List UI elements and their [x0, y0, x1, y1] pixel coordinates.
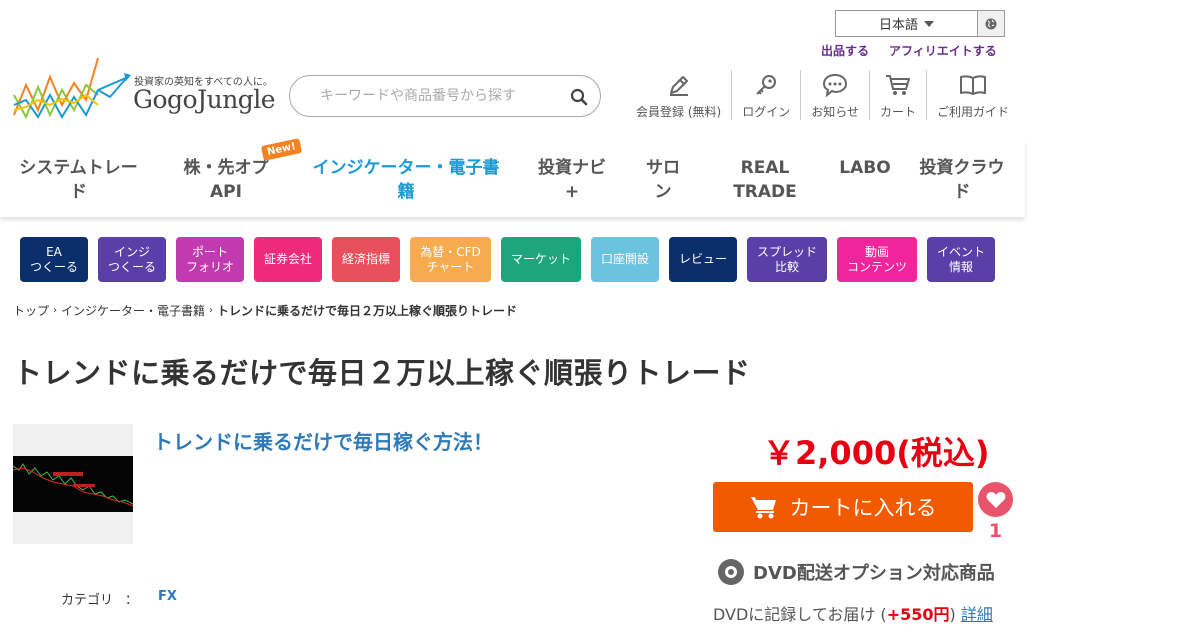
category-line: カテゴリ ： FX — [61, 589, 177, 608]
dvd-detail-link[interactable]: 詳細 — [961, 605, 993, 624]
sell-link[interactable]: 出品する — [821, 42, 869, 59]
user-nav-login[interactable]: ログイン — [732, 70, 802, 120]
language-dropdown[interactable]: 日本語 — [836, 11, 977, 36]
cat-ea-tool[interactable]: EA つくーる — [20, 237, 88, 282]
cat-video-content[interactable]: 動画 コンテンツ — [837, 237, 917, 282]
search-icon[interactable] — [570, 88, 588, 106]
product-page: 日本語 出品する アフィリエイトする 投資家の英知をすべての人に。 GogoJu… — [0, 0, 1200, 630]
product-price: ￥2,000(税込) — [763, 434, 990, 472]
cat-account-opening[interactable]: 口座開設 — [591, 237, 659, 282]
language-selector[interactable]: 日本語 — [835, 10, 1005, 37]
cat-fx-cfd-chart[interactable]: 為替・CFD チャート — [410, 237, 491, 282]
dvd-note: DVDに記録してお届け (+550円) 詳細 — [713, 601, 993, 625]
product-thumbnail[interactable] — [13, 424, 133, 544]
dvd-note-prefix: DVDに記録してお届け ( — [713, 605, 887, 624]
user-nav-label: ご利用ガイド — [936, 105, 1009, 119]
category-buttons: EA つくーる インジ つくーる ポート フォリオ 証券会社 経済指標 為替・C… — [20, 237, 995, 282]
globe-button[interactable] — [977, 11, 1004, 36]
dvd-note-suffix: ) — [949, 605, 961, 624]
favorite-count: 1 — [988, 520, 1003, 542]
nav-salon[interactable]: サロ ン — [640, 156, 686, 204]
search-input[interactable] — [320, 88, 560, 104]
user-nav-cart[interactable]: カート — [870, 70, 927, 120]
breadcrumb-current: トレンドに乗るだけで毎日２万以上稼ぐ順張りトレード — [217, 304, 518, 318]
cat-events[interactable]: イベント 情報 — [927, 237, 995, 282]
affiliate-link[interactable]: アフィリエイトする — [889, 42, 997, 59]
favorite-button[interactable] — [978, 482, 1013, 517]
key-icon — [756, 75, 777, 95]
top-links: 出品する アフィリエイトする — [821, 42, 997, 59]
main-nav: システムトレー ド 株・先オプ API インジケーター・電子書 籍 投資ナビ +… — [0, 140, 1025, 217]
nav-indicator-ebook[interactable]: インジケーター・電子書 籍 — [306, 156, 506, 204]
cart-icon — [750, 497, 776, 519]
user-nav: 会員登録 (無料) ログイン お知らせ カート ご利用ガイド — [626, 70, 1019, 120]
user-nav-guide[interactable]: ご利用ガイド — [927, 70, 1019, 120]
logo-name: GogoJungle — [133, 85, 276, 114]
user-nav-label: お知らせ — [811, 105, 859, 119]
nav-investment-cloud[interactable]: 投資クラウ ド — [912, 156, 1012, 204]
language-value: 日本語 — [878, 18, 918, 33]
search-box — [289, 75, 601, 117]
dvd-option: DVD配送オプション対応商品 — [717, 558, 995, 586]
chevron-right-icon: › — [209, 305, 214, 316]
add-to-cart-button[interactable]: カートに入れる — [713, 482, 973, 532]
cat-portfolio[interactable]: ポート フォリオ — [176, 237, 244, 282]
user-nav-label: カート — [879, 105, 916, 119]
disc-icon — [718, 559, 744, 585]
breadcrumb: トップ › インジケーター・電子書籍 › トレンドに乗るだけで毎日２万以上稼ぐ順… — [13, 302, 517, 319]
dvd-option-title: DVD配送オプション対応商品 — [753, 563, 995, 584]
nav-system-trade[interactable]: システムトレー ド — [16, 156, 141, 204]
heart-icon — [986, 491, 1005, 508]
user-nav-label: ログイン — [742, 105, 791, 119]
category-label: カテゴリ — [61, 593, 114, 608]
pencil-icon — [669, 76, 688, 96]
book-icon — [959, 75, 986, 95]
user-nav-notifications[interactable]: お知らせ — [801, 70, 870, 120]
chevron-down-icon — [924, 20, 934, 27]
cat-spread-compare[interactable]: スプレッド 比較 — [747, 237, 827, 282]
globe-icon — [985, 18, 997, 29]
nav-labo[interactable]: LABO — [835, 156, 895, 180]
user-nav-label: 会員登録 (無料) — [636, 105, 722, 119]
chevron-right-icon: › — [53, 305, 58, 316]
chat-bubble-icon — [823, 73, 848, 97]
nav-real-trade[interactable]: REAL TRADE — [725, 156, 805, 204]
cart-icon — [885, 75, 910, 95]
cat-indicator-tool[interactable]: インジ つくーる — [98, 237, 166, 282]
site-logo[interactable]: 投資家の英知をすべての人に。 GogoJungle — [12, 55, 276, 125]
logo-mark-icon — [13, 57, 131, 120]
cat-market[interactable]: マーケット — [501, 237, 581, 282]
product-subtitle[interactable]: トレンドに乗るだけで毎日稼ぐ方法！ — [153, 426, 493, 455]
add-to-cart-label: カートに入れる — [789, 496, 937, 520]
cat-review[interactable]: レビュー — [669, 237, 737, 282]
nav-stock-options-api[interactable]: 株・先オプ API — [170, 156, 282, 204]
breadcrumb-home[interactable]: トップ — [13, 302, 49, 319]
chart-thumbnail-image — [13, 456, 133, 512]
dvd-note-amount: +550円 — [886, 605, 950, 624]
user-nav-register[interactable]: 会員登録 (無料) — [626, 70, 733, 120]
nav-investment-navi[interactable]: 投資ナビ + — [530, 156, 614, 204]
category-separator: ： — [125, 593, 139, 608]
cat-brokers[interactable]: 証券会社 — [254, 237, 322, 282]
cat-economic-indicators[interactable]: 経済指標 — [332, 237, 400, 282]
page-title: トレンドに乗るだけで毎日２万以上稼ぐ順張りトレード — [13, 356, 751, 390]
breadcrumb-category[interactable]: インジケーター・電子書籍 — [61, 302, 205, 319]
category-value[interactable]: FX — [158, 589, 177, 608]
